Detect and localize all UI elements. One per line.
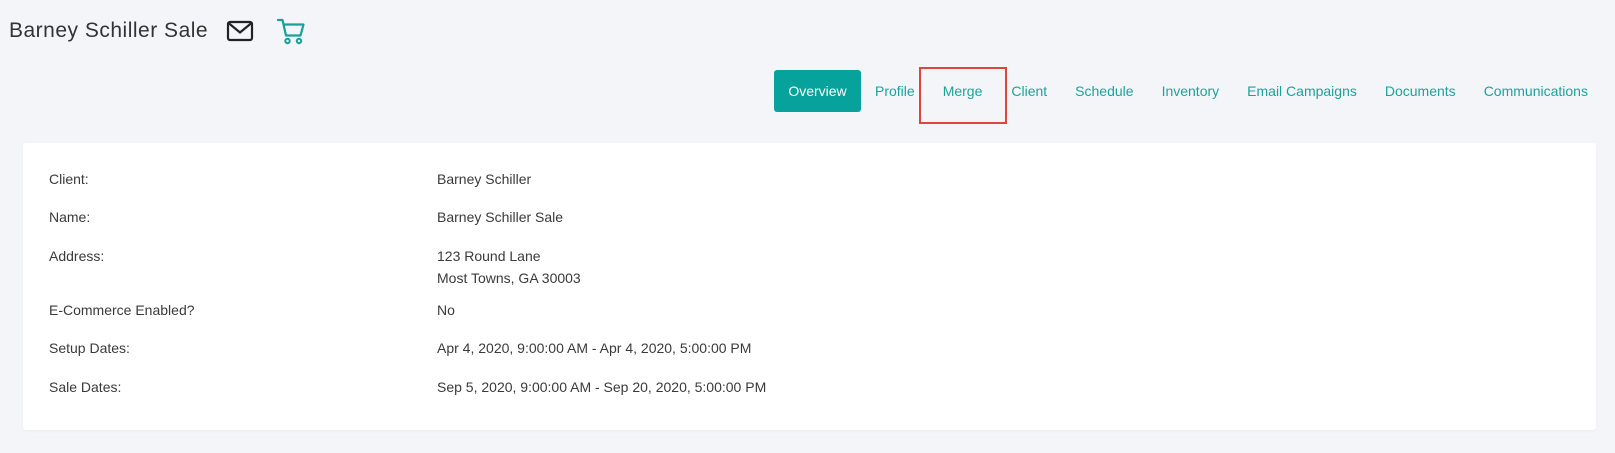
tab-communications[interactable]: Communications (1484, 70, 1588, 112)
detail-label: Client: (49, 171, 89, 187)
detail-value-address-line1: 123 Round Lane (437, 248, 541, 264)
detail-value: No (437, 302, 455, 318)
detail-value-address-line2: Most Towns, GA 30003 (437, 270, 581, 286)
detail-value: Apr 4, 2020, 9:00:00 AM - Apr 4, 2020, 5… (437, 340, 752, 356)
tab-profile[interactable]: Profile (875, 70, 915, 112)
page-title: Barney Schiller Sale (9, 19, 209, 42)
detail-value: Sep 5, 2020, 9:00:00 AM - Sep 20, 2020, … (437, 379, 767, 395)
tab-email-campaigns[interactable]: Email Campaigns (1247, 70, 1357, 112)
detail-label: Address: (49, 248, 105, 264)
mail-icon[interactable] (226, 20, 254, 42)
page: Barney Schiller Sale Overview Profile Me… (0, 0, 1615, 453)
detail-value: Barney Schiller Sale (437, 209, 564, 225)
detail-label: Setup Dates: (49, 340, 130, 356)
page-header: Barney Schiller Sale (9, 16, 306, 46)
tab-inventory[interactable]: Inventory (1162, 70, 1220, 112)
detail-label: Sale Dates: (49, 379, 122, 395)
tab-schedule[interactable]: Schedule (1075, 70, 1133, 112)
tab-overview[interactable]: Overview (774, 70, 861, 112)
tab-documents[interactable]: Documents (1385, 70, 1456, 112)
tab-merge[interactable]: Merge (943, 70, 983, 112)
detail-label: Name: (49, 209, 91, 225)
detail-label: E-Commerce Enabled? (49, 302, 195, 318)
tab-client[interactable]: Client (1011, 70, 1047, 112)
tab-bar: Overview Profile Merge Client Schedule I… (774, 70, 1588, 112)
cart-icon[interactable] (276, 16, 306, 46)
overview-details-card: Client: Barney Schiller Name: Barney Sch… (23, 143, 1596, 430)
detail-value: Barney Schiller (437, 171, 532, 187)
